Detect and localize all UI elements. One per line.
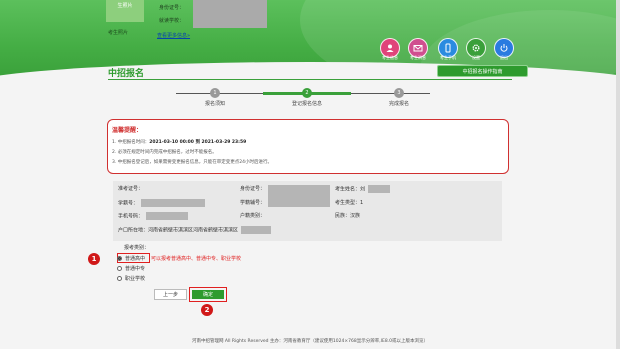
- name-cell: 考生姓名：刘: [335, 185, 391, 193]
- step-3-label: 完成报名: [388, 101, 409, 107]
- address-value: 河南省鹤壁市淇滨区河南省鹤壁市淇滨区: [148, 227, 239, 234]
- name-label: 考生姓名：: [335, 186, 361, 193]
- mail-icon: [413, 45, 423, 52]
- phone-label: 手机号码：: [118, 213, 144, 220]
- option-vocational-secondary[interactable]: 普通中专: [117, 265, 145, 272]
- settings-label: 设置: [472, 55, 480, 60]
- annotation-marker-2: 2: [201, 304, 213, 316]
- exam-no-label: 准考证号：: [118, 186, 144, 192]
- id-no-label: 身份证号：: [240, 186, 266, 192]
- exam-no-cell: 准考证号：: [118, 185, 143, 192]
- type-value: 1: [360, 200, 364, 206]
- option-general-high-school-label: 普通高中: [125, 256, 146, 262]
- notice-title: 温馨提醒：: [112, 127, 143, 134]
- school-no-cell: 学籍辅号：: [240, 199, 265, 206]
- redacted-value: [368, 185, 391, 193]
- redacted-value: [141, 199, 206, 207]
- footer: 河南中招管理网 All Rights Reserved 主办：河南省教育厅（建议…: [191, 339, 428, 344]
- notice-item-3: 3. 中招报名登记后，如果需要变更报名信息，只能在审定变更点24小时后进行。: [112, 160, 272, 165]
- radio-general-high-school[interactable]: [117, 256, 122, 261]
- school-no-label: 学籍辅号：: [240, 200, 266, 206]
- type-cell: 考生类型：1: [335, 199, 363, 206]
- category-label: 报考类别：: [124, 245, 150, 251]
- name-value: 刘: [360, 186, 366, 193]
- id-label: 身份证号：: [159, 5, 185, 11]
- radio-vocational-school[interactable]: [117, 276, 122, 281]
- student-info-label: 考生信息: [382, 55, 398, 60]
- ok-button[interactable]: 确定: [192, 290, 224, 299]
- student-photo: 生照片: [106, 0, 144, 22]
- phone-icon: [445, 43, 451, 53]
- notice-item-1-prefix: 1. 中招报名时间：: [112, 140, 150, 145]
- messages-label: 考生消息: [410, 55, 426, 60]
- photo-label: 考生照片: [108, 30, 129, 36]
- student-info-table: 准考证号： 身份证号： 考生姓名：刘 学籍号： 学籍辅号： 考生类型：1 手机号…: [113, 181, 502, 241]
- option-vocational-school[interactable]: 职业学校: [117, 275, 145, 282]
- redacted-info: [193, 0, 267, 28]
- more-info-link[interactable]: 查看更多信息»: [157, 32, 190, 39]
- window-edge: [616, 0, 620, 349]
- logout-label: 退出: [500, 55, 508, 60]
- notice-item-1: 1. 中招报名时间：2021-03-10 00:00 到 2021-03-29 …: [112, 139, 246, 145]
- prev-button[interactable]: 上一步: [154, 289, 187, 300]
- title-divider: [108, 79, 512, 80]
- ethnicity-value: 汉族: [350, 213, 361, 219]
- step-2-dot: 2: [302, 88, 312, 98]
- student-photo-text: 生照片: [117, 3, 133, 9]
- option-vocational-secondary-label: 普通中专: [125, 266, 146, 272]
- address-cell: 户口所在地：河南省鹤壁市淇滨区河南省鹤壁市淇滨区: [118, 226, 272, 234]
- radio-vocational-secondary[interactable]: [117, 266, 122, 271]
- notice-item-2: 2. 必须在规定时间内完成中招报名，过时不能报名。: [112, 150, 217, 155]
- user-icon: [386, 44, 394, 52]
- page-title: 中招报名: [108, 69, 145, 79]
- gear-icon: [472, 44, 480, 52]
- annotation-marker-1: 1: [88, 253, 100, 265]
- category-hint: 可以报考普通高中、普通中专、职业学校: [151, 256, 242, 262]
- notice-item-1-time: 2021-03-10 00:00 到 2021-03-29 23:59: [149, 140, 247, 145]
- ethnicity-label: 民族：: [335, 213, 351, 219]
- school-row: 就读学校：: [159, 17, 184, 24]
- household-label: 户籍类别：: [240, 213, 266, 219]
- student-no-cell: 学籍号：: [118, 199, 206, 207]
- redacted-value: [268, 185, 331, 207]
- address-label: 户口所在地：: [118, 227, 149, 234]
- student-no-label: 学籍号：: [118, 200, 139, 207]
- ethnicity-cell: 民族：汉族: [335, 212, 360, 219]
- redacted-value: [146, 212, 189, 220]
- notice-box: 温馨提醒： 1. 中招报名时间：2021-03-10 00:00 到 2021-…: [107, 119, 509, 174]
- phone-label: 考生手机: [440, 55, 456, 60]
- step-1-dot: 1: [210, 88, 220, 98]
- step-2-label: 登记报名信息: [291, 101, 322, 107]
- id-row: 身份证号：: [159, 4, 184, 11]
- school-label: 就读学校：: [159, 18, 185, 24]
- option-vocational-school-label: 职业学校: [125, 276, 146, 282]
- option-general-high-school[interactable]: 普通高中: [117, 255, 145, 262]
- step-1-label: 报名须知: [204, 101, 225, 107]
- guide-button[interactable]: 中招报名操作指南: [437, 65, 528, 77]
- phone-cell: 手机号码：: [118, 212, 189, 220]
- step-3-dot: 3: [394, 88, 404, 98]
- redacted-value: [241, 226, 272, 234]
- household-cell: 户籍类别：: [240, 212, 265, 219]
- power-icon: [500, 44, 508, 52]
- type-label: 考生类型：: [335, 200, 361, 206]
